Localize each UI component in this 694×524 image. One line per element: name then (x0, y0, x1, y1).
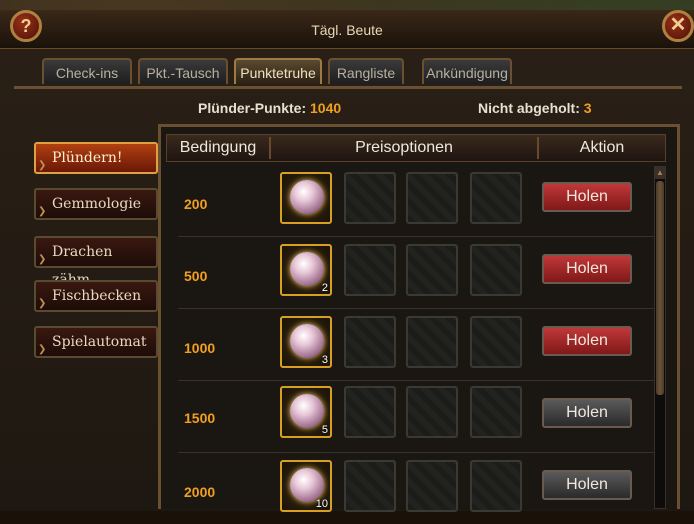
help-icon[interactable]: ? (10, 10, 42, 42)
prize-slot[interactable]: 2 (280, 244, 332, 296)
condition-value: 200 (184, 196, 208, 212)
tab-divider (14, 86, 682, 89)
plunder-points-value: 1040 (310, 100, 342, 116)
scrollbar-thumb[interactable] (656, 181, 664, 395)
condition-value: 500 (184, 268, 208, 284)
unclaimed-value: 3 (583, 100, 592, 116)
tab-points-exchange[interactable]: Pkt.-Tausch (138, 58, 228, 84)
plunder-points-label: Plünder-Punkte: (198, 100, 307, 116)
pearl-icon (290, 180, 324, 214)
table-header: Bedingung Preisoptionen Aktion (166, 134, 666, 162)
table-row: 200 Holen (178, 166, 662, 237)
sidebar-item-label: Fischbecken (52, 288, 142, 304)
unclaimed-count: Nicht abgeholt: 3 (478, 100, 592, 116)
pearl-icon (290, 394, 324, 428)
pearl-icon (290, 324, 324, 358)
item-quantity: 10 (315, 498, 328, 510)
sidebar-item-label: Spielautomat (52, 334, 147, 350)
table-row: 1500 5 Holen (178, 382, 662, 453)
sidebar-item-spielautomat[interactable]: ❯ Spielautomat (34, 326, 158, 358)
arrow-icon: ❯ (38, 298, 47, 309)
item-quantity: 5 (321, 424, 328, 436)
claim-button[interactable]: Holen (542, 326, 632, 356)
close-icon[interactable]: ✕ (662, 10, 694, 42)
claim-button-disabled[interactable]: Holen (542, 398, 632, 428)
claim-button-disabled[interactable]: Holen (542, 470, 632, 500)
sidebar-item-pluendern[interactable]: ❯ Plündern! (34, 142, 158, 174)
empty-slot (344, 172, 396, 224)
prize-slot[interactable]: 5 (280, 386, 332, 438)
empty-slot (344, 316, 396, 368)
header-prizes: Preisoptionen (355, 139, 453, 156)
pearl-icon (290, 252, 324, 286)
claim-button[interactable]: Holen (542, 254, 632, 284)
empty-slot (406, 386, 458, 438)
arrow-icon: ❯ (38, 344, 47, 355)
claim-button[interactable]: Holen (542, 182, 632, 212)
sidebar-item-gemmologie[interactable]: ❯ Gemmologie (34, 188, 158, 220)
scroll-up-icon[interactable]: ▲ (655, 167, 665, 179)
tab-check-ins[interactable]: Check-ins (42, 58, 132, 84)
window-title: Tägl. Beute (311, 22, 383, 38)
table-row: 500 2 Holen (178, 238, 662, 309)
table-row: 1000 3 Holen (178, 310, 662, 381)
item-quantity: 2 (321, 282, 328, 294)
arrow-icon: ❯ (38, 160, 47, 171)
sidebar-item-fischbecken[interactable]: ❯ Fischbecken (34, 280, 158, 312)
condition-value: 1500 (184, 410, 216, 426)
prize-slot[interactable]: 10 (280, 460, 332, 512)
empty-slot (406, 244, 458, 296)
condition-value: 1000 (184, 340, 216, 356)
empty-slot (406, 172, 458, 224)
empty-slot (470, 460, 522, 512)
header-action: Aktion (579, 139, 625, 156)
empty-slot (344, 244, 396, 296)
empty-slot (470, 172, 522, 224)
sidebar-item-drachen[interactable]: ❯ Drachen zähm. (34, 236, 158, 288)
header-condition: Bedingung (179, 139, 257, 156)
arrow-icon: ❯ (38, 206, 47, 217)
scrollbar[interactable]: ▲ (654, 166, 666, 509)
item-quantity: 3 (321, 354, 328, 366)
table-row: 2000 10 Holen (178, 454, 662, 524)
tab-points-chest[interactable]: Punktetruhe (234, 58, 322, 84)
tab-announcement[interactable]: Ankündigung (422, 58, 512, 84)
pearl-icon (290, 468, 324, 502)
empty-slot (470, 316, 522, 368)
unclaimed-label: Nicht abgeholt: (478, 100, 580, 116)
empty-slot (470, 244, 522, 296)
empty-slot (406, 460, 458, 512)
empty-slot (344, 386, 396, 438)
sidebar-item-label: Plündern! (52, 150, 123, 166)
plunder-points: Plünder-Punkte: 1040 (198, 100, 341, 116)
empty-slot (470, 386, 522, 438)
prize-slot[interactable]: 3 (280, 316, 332, 368)
condition-value: 2000 (184, 484, 216, 500)
empty-slot (406, 316, 458, 368)
empty-slot (344, 460, 396, 512)
prize-slot[interactable] (280, 172, 332, 224)
arrow-icon: ❯ (38, 254, 47, 265)
tab-ranking[interactable]: Rangliste (328, 58, 404, 84)
sidebar-item-label: Gemmologie (52, 196, 142, 212)
